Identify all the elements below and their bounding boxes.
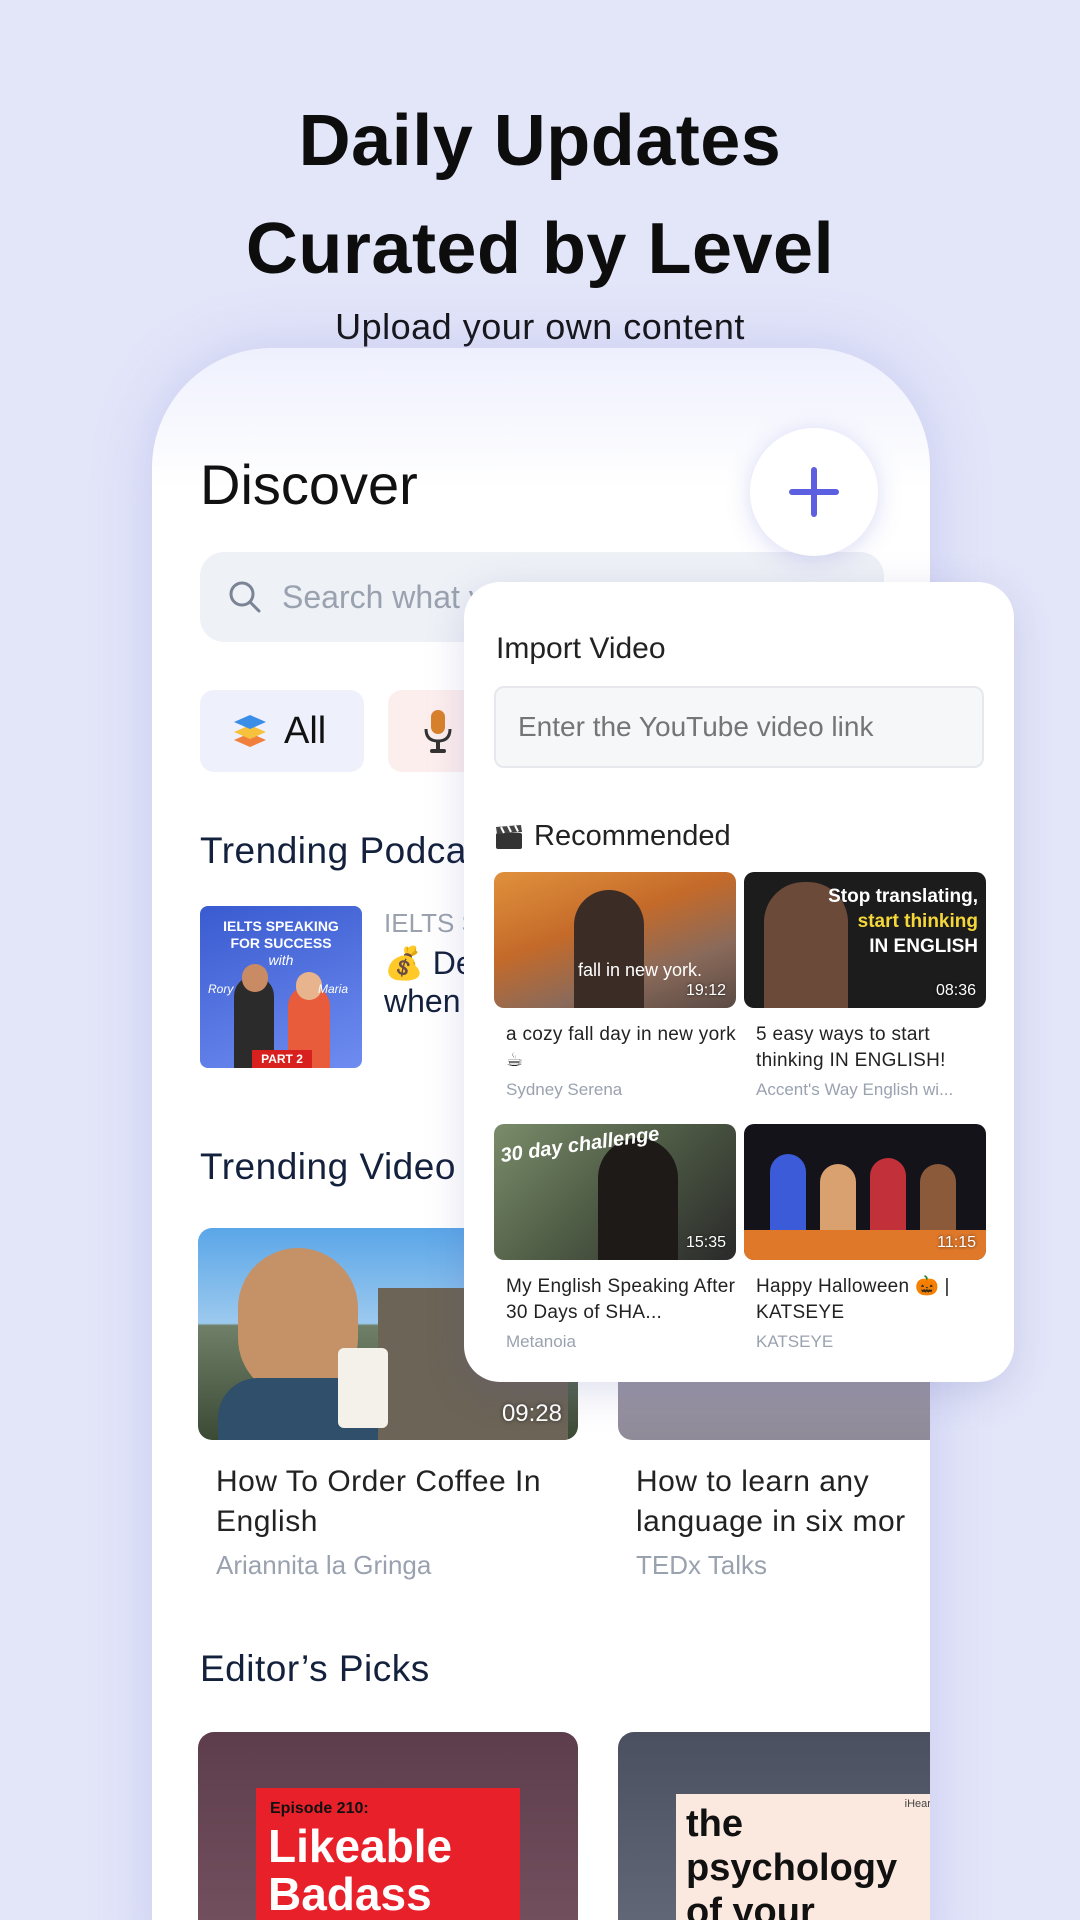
video-duration: 11:15	[937, 1234, 976, 1251]
thumb-overlay-line2: start thinking	[857, 911, 978, 932]
microphone-icon	[424, 710, 452, 753]
recommended-channel: Accent's Way English wi...	[756, 1080, 954, 1099]
recommended-thumbnail: 11:15	[744, 1124, 986, 1260]
headline-line2: Curated by Level	[245, 209, 835, 289]
pick-brand: iHeart	[904, 1798, 930, 1810]
editors-pick-card[interactable]: iHeart the psychology of your	[618, 1732, 930, 1920]
pick-cover: iHeart the psychology of your	[676, 1794, 930, 1920]
recommended-video[interactable]: 30 day challenge 15:35 My English Speaki…	[494, 1124, 736, 1352]
import-video-popup: Import Video Recommended fall in new yor…	[464, 582, 1014, 1382]
cover-host2: Maria	[318, 982, 349, 996]
video-duration: 19:12	[685, 982, 726, 999]
video-title: How to learn any language in six mor	[636, 1465, 906, 1538]
layers-icon	[234, 715, 266, 747]
recommended-channel: KATSEYE	[756, 1332, 834, 1351]
search-placeholder: Search what y	[282, 578, 485, 615]
recommended-header: Recommended	[494, 820, 731, 853]
person-shape	[574, 890, 644, 1008]
recommended-title: a cozy fall day in new york ☕	[506, 1024, 736, 1071]
headline-subtitle: Upload your own content	[335, 306, 745, 347]
pick-title: the psychology of your	[686, 1803, 898, 1920]
host-head-1	[242, 964, 268, 992]
section-title-trending-podcasts: Trending Podca	[200, 830, 467, 871]
headline-line1: Daily Updates	[298, 101, 782, 181]
video-channel: TEDx Talks	[636, 1550, 767, 1580]
pick-episode: Episode 210:	[270, 1800, 369, 1817]
recommended-thumbnail: fall in new york. 19:12	[494, 872, 736, 1008]
pick-title: Likeable Badass	[268, 1820, 453, 1920]
video-channel: Ariannita la Gringa	[216, 1550, 432, 1580]
popup-title: Import Video	[496, 632, 666, 665]
page-title: Discover	[200, 453, 418, 516]
cover-line3: with	[268, 952, 294, 968]
recommended-video[interactable]: fall in new york. 19:12 a cozy fall day …	[494, 872, 736, 1100]
video-duration: 15:35	[685, 1234, 726, 1251]
thumb-overlay-line1: Stop translating,	[828, 886, 978, 907]
recommended-video[interactable]: Stop translating, start thinking IN ENGL…	[744, 872, 986, 1100]
cover-line1: IELTS SPEAKING	[223, 918, 339, 934]
recommended-video[interactable]: 11:15 Happy Halloween 🎃 | KATSEYE KATSEY…	[744, 1124, 986, 1352]
cover-line2: FOR SUCCESS	[230, 935, 332, 951]
recommended-thumbnail: Stop translating, start thinking IN ENGL…	[744, 872, 986, 1008]
filter-chip-label: All	[284, 709, 327, 752]
section-title-editors-picks: Editor’s Picks	[200, 1648, 430, 1689]
clapperboard-icon	[496, 824, 522, 849]
thumb-overlay: fall in new york.	[578, 960, 703, 980]
add-button[interactable]	[750, 428, 878, 556]
editors-pick-card[interactable]: Episode 210: Likeable Badass	[198, 1732, 578, 1920]
recommended-label: Recommended	[534, 820, 731, 852]
cover-part-badge: PART 2	[252, 1050, 312, 1068]
filter-chip-all[interactable]: All	[200, 690, 364, 772]
video-duration: 08:36	[935, 982, 976, 999]
cover-host1: Rory	[208, 982, 234, 996]
podcast-cover[interactable]: IELTS SPEAKING FOR SUCCESS with Rory Mar…	[200, 906, 362, 1068]
youtube-link-input[interactable]	[494, 686, 984, 768]
recommended-title: 5 easy ways to start thinking IN ENGLISH…	[756, 1024, 946, 1071]
recommended-title: My English Speaking After 30 Days of SHA…	[506, 1276, 736, 1323]
person-shape	[598, 1138, 678, 1260]
recommended-title: Happy Halloween 🎃 | KATSEYE	[756, 1276, 950, 1323]
plus-icon	[789, 467, 839, 517]
search-icon	[229, 581, 261, 613]
pick-cover: Episode 210: Likeable Badass	[256, 1788, 520, 1920]
video-title: How To Order Coffee In English	[216, 1465, 542, 1538]
recommended-thumbnail: 30 day challenge 15:35	[494, 1124, 736, 1260]
recommended-channel: Sydney Serena	[506, 1080, 623, 1099]
recommended-channel: Metanoia	[506, 1332, 576, 1351]
video-duration: 09:28	[501, 1400, 562, 1427]
section-title-trending-videos: Trending Video	[200, 1146, 456, 1187]
coffee-cup-shape	[338, 1348, 388, 1428]
thumb-overlay-line3: IN ENGLISH	[869, 936, 978, 957]
